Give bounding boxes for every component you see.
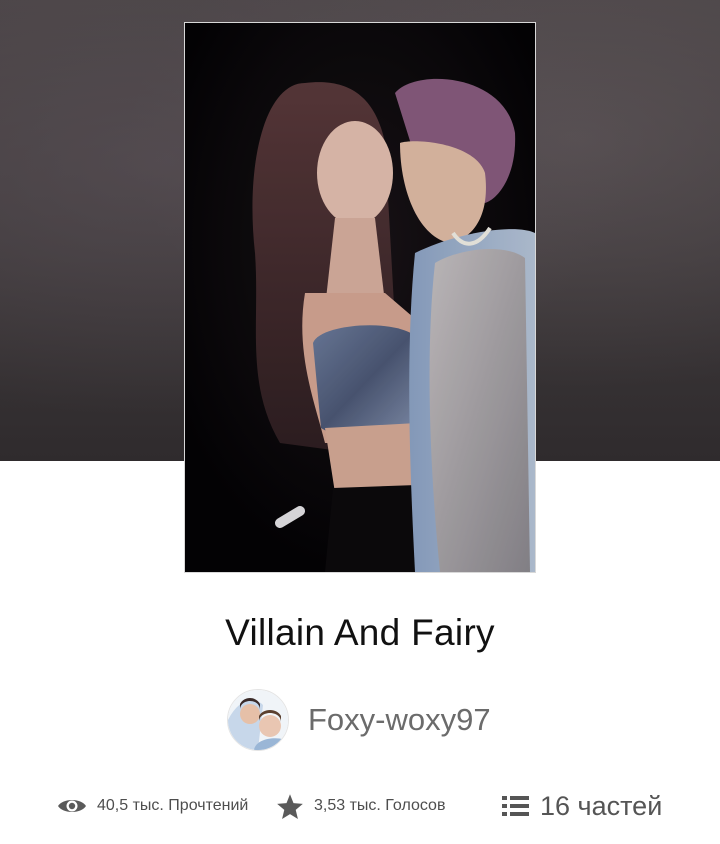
votes-count: 3,53 тыс. Голосов — [314, 797, 446, 814]
eye-icon — [57, 796, 87, 816]
author-link[interactable]: Foxy-woxy97 — [227, 689, 491, 751]
reads-count: 40,5 тыс. Прочтений — [97, 797, 249, 814]
author-avatar[interactable] — [227, 689, 289, 751]
parts-count[interactable]: 16 частей — [540, 791, 662, 822]
author-name[interactable]: Foxy-woxy97 — [308, 702, 491, 738]
story-title: Villain And Fairy — [225, 612, 495, 653]
star-icon — [276, 793, 304, 820]
list-icon — [502, 795, 529, 817]
story-stats: 40,5 тыс. Прочтений 3,53 тыс. Голосов 16… — [0, 784, 720, 828]
reads-stat: 40,5 тыс. Прочтений — [57, 784, 248, 828]
story-cover-image[interactable] — [184, 22, 536, 573]
cover-photo — [185, 23, 535, 572]
parts-stat[interactable]: 16 частей — [502, 784, 662, 828]
votes-stat: 3,53 тыс. Голосов — [276, 784, 445, 828]
